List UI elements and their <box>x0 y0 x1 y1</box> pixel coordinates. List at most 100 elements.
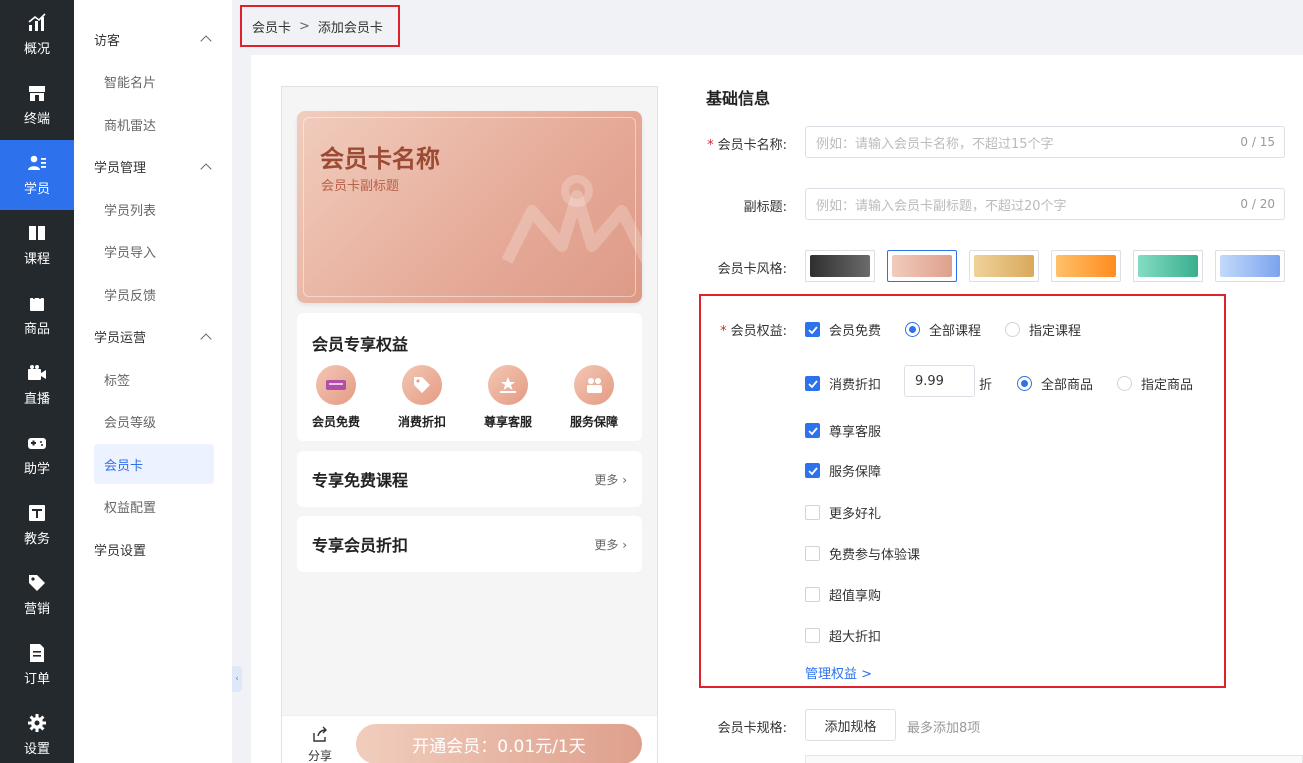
rights-big-discount-checkbox[interactable]: 超大折扣 <box>805 626 881 645</box>
menu-item-student-settings[interactable]: 学员设置 <box>74 529 232 569</box>
nav-label: 助学 <box>23 462 50 477</box>
nav-item[interactable]: 学员 <box>0 140 74 210</box>
benefit-discount: 消费折扣 <box>387 365 457 430</box>
share-label: 分享 <box>308 749 333 763</box>
menu-item-opportunity-radar[interactable]: 商机雷达 <box>94 104 214 144</box>
document-icon <box>27 643 47 663</box>
menu-item-student-import[interactable]: 学员导入 <box>94 232 214 272</box>
nav-item[interactable]: 营销 <box>0 560 74 630</box>
style-swatch[interactable] <box>1133 250 1203 282</box>
section-title: 专享会员折扣 <box>312 536 409 555</box>
free-courses-section: 专享免费课程 更多 › <box>297 451 642 507</box>
nav-label: 终端 <box>23 112 50 127</box>
gear-icon <box>27 713 47 733</box>
store-icon <box>27 83 47 103</box>
rights-value-buy-checkbox[interactable]: 超值享购 <box>805 585 881 604</box>
style-swatch[interactable] <box>1215 250 1285 282</box>
nav-item[interactable]: 设置 <box>0 700 74 763</box>
menu-item-tags[interactable]: 标签 <box>94 359 214 399</box>
menu-group-student-mgmt[interactable]: 学员管理 <box>74 147 232 187</box>
open-membership-button[interactable]: 开通会员：0.01元/1天 <box>356 724 642 763</box>
swatch-color <box>974 255 1034 277</box>
menu-item-smart-card[interactable]: 智能名片 <box>94 62 214 102</box>
style-swatch[interactable] <box>805 250 875 282</box>
main-nav: 概况终端学员课程商品直播助学教务营销订单设置 <box>0 0 74 763</box>
nav-label: 营销 <box>23 602 50 617</box>
menu-item-student-list[interactable]: 学员列表 <box>94 189 214 229</box>
menu-item-member-level[interactable]: 会员等级 <box>94 402 214 442</box>
add-spec-button[interactable]: 添加规格 <box>805 709 896 741</box>
share-button[interactable]: 分享 <box>308 726 332 763</box>
chevron-up-icon <box>200 162 212 175</box>
card-title: 会员卡名称 <box>320 145 440 173</box>
placeholder: 例如：请输入会员卡副标题，不超过20个字 <box>816 198 1067 214</box>
collapse-menu-button[interactable]: ‹ <box>232 666 242 692</box>
secondary-menu: 访客 智能名片 商机雷达 学员管理 学员列表 学员导入 学员反馈 学员运营 标签… <box>74 0 232 763</box>
style-swatch[interactable] <box>887 250 957 282</box>
menu-group-student-ops[interactable]: 学员运营 <box>74 317 232 357</box>
nav-label: 学员 <box>23 182 50 197</box>
chart-icon <box>27 13 47 33</box>
rights-trial-checkbox[interactable]: 免费参与体验课 <box>805 544 920 563</box>
benefits-title: 会员专享权益 <box>312 335 409 354</box>
rights-service-checkbox[interactable]: 尊享客服 <box>805 421 881 440</box>
benefit-free: 会员免费 <box>301 365 371 430</box>
nav-label: 设置 <box>23 742 50 757</box>
benefit-service: 尊享客服 <box>473 365 543 430</box>
rights-guarantee-checkbox[interactable]: 服务保障 <box>805 461 881 480</box>
nav-item[interactable]: 课程 <box>0 210 74 280</box>
share-icon <box>313 726 327 742</box>
nav-item[interactable]: 商品 <box>0 280 74 350</box>
nav-label: 商品 <box>23 322 50 337</box>
nav-item[interactable]: 直播 <box>0 350 74 420</box>
benefit-label: 尊享客服 <box>483 415 532 429</box>
discount-input[interactable]: 9.99 <box>904 365 975 397</box>
menu-group-label: 学员管理 <box>94 161 147 176</box>
swatch-color <box>892 255 952 277</box>
rights-label: * 会员权益: <box>720 324 787 339</box>
nav-item[interactable]: 助学 <box>0 420 74 490</box>
subtitle-label: 副标题: <box>743 200 787 215</box>
nav-label: 订单 <box>23 672 50 687</box>
name-label: * 会员卡名称: <box>707 138 787 153</box>
benefit-guarantee: 服务保障 <box>559 365 629 430</box>
more-link[interactable]: 更多 › <box>594 471 627 488</box>
style-swatch[interactable] <box>969 250 1039 282</box>
nav-label: 概况 <box>23 42 50 57</box>
nav-item[interactable]: 概况 <box>0 0 74 70</box>
gamepad-icon <box>27 433 47 453</box>
card-name-input[interactable]: 例如：请输入会员卡名称，不超过15个字 0 / 15 <box>805 126 1285 158</box>
benefit-label: 服务保障 <box>569 415 618 429</box>
menu-group-label: 学员设置 <box>94 543 147 559</box>
nav-item[interactable]: 教务 <box>0 490 74 560</box>
specific-courses-radio[interactable]: 指定课程 <box>1005 320 1081 339</box>
menu-item-rights-config[interactable]: 权益配置 <box>94 487 214 527</box>
swatch-color <box>1056 255 1116 277</box>
more-link[interactable]: 更多 › <box>594 536 627 553</box>
style-swatch[interactable] <box>1051 250 1121 282</box>
manage-rights-link[interactable]: 管理权益 > <box>805 663 872 682</box>
book-icon <box>27 223 47 243</box>
all-goods-radio[interactable]: 全部商品 <box>1017 374 1093 393</box>
service-icon <box>488 365 528 405</box>
rights-free-checkbox[interactable]: 会员免费 <box>805 320 881 339</box>
swatch-color <box>1138 255 1198 277</box>
breadcrumb-parent[interactable]: 会员卡 <box>252 17 291 36</box>
spec-table <box>805 755 1303 763</box>
nav-item[interactable]: 订单 <box>0 630 74 700</box>
guarantee-icon <box>574 365 614 405</box>
subtitle-input[interactable]: 例如：请输入会员卡副标题，不超过20个字 0 / 20 <box>805 188 1285 220</box>
swatch-color <box>810 255 870 277</box>
benefits-panel: 会员专享权益 会员免费 消费折扣 尊享客服 服务保障 <box>297 313 642 441</box>
menu-item-member-card[interactable]: 会员卡 <box>94 444 214 484</box>
rights-discount-checkbox[interactable]: 消费折扣 <box>805 374 881 393</box>
breadcrumb-current: 添加会员卡 <box>317 20 383 36</box>
nav-item[interactable]: 终端 <box>0 70 74 140</box>
menu-group-visitor[interactable]: 访客 <box>74 19 232 59</box>
all-courses-radio[interactable]: 全部课程 <box>905 320 981 339</box>
checkbox-checked-icon <box>805 423 820 438</box>
rights-gifts-checkbox[interactable]: 更多好礼 <box>805 503 881 522</box>
specific-goods-radio[interactable]: 指定商品 <box>1117 374 1193 393</box>
chevron-up-icon <box>200 35 212 47</box>
menu-item-student-feedback[interactable]: 学员反馈 <box>94 274 214 314</box>
